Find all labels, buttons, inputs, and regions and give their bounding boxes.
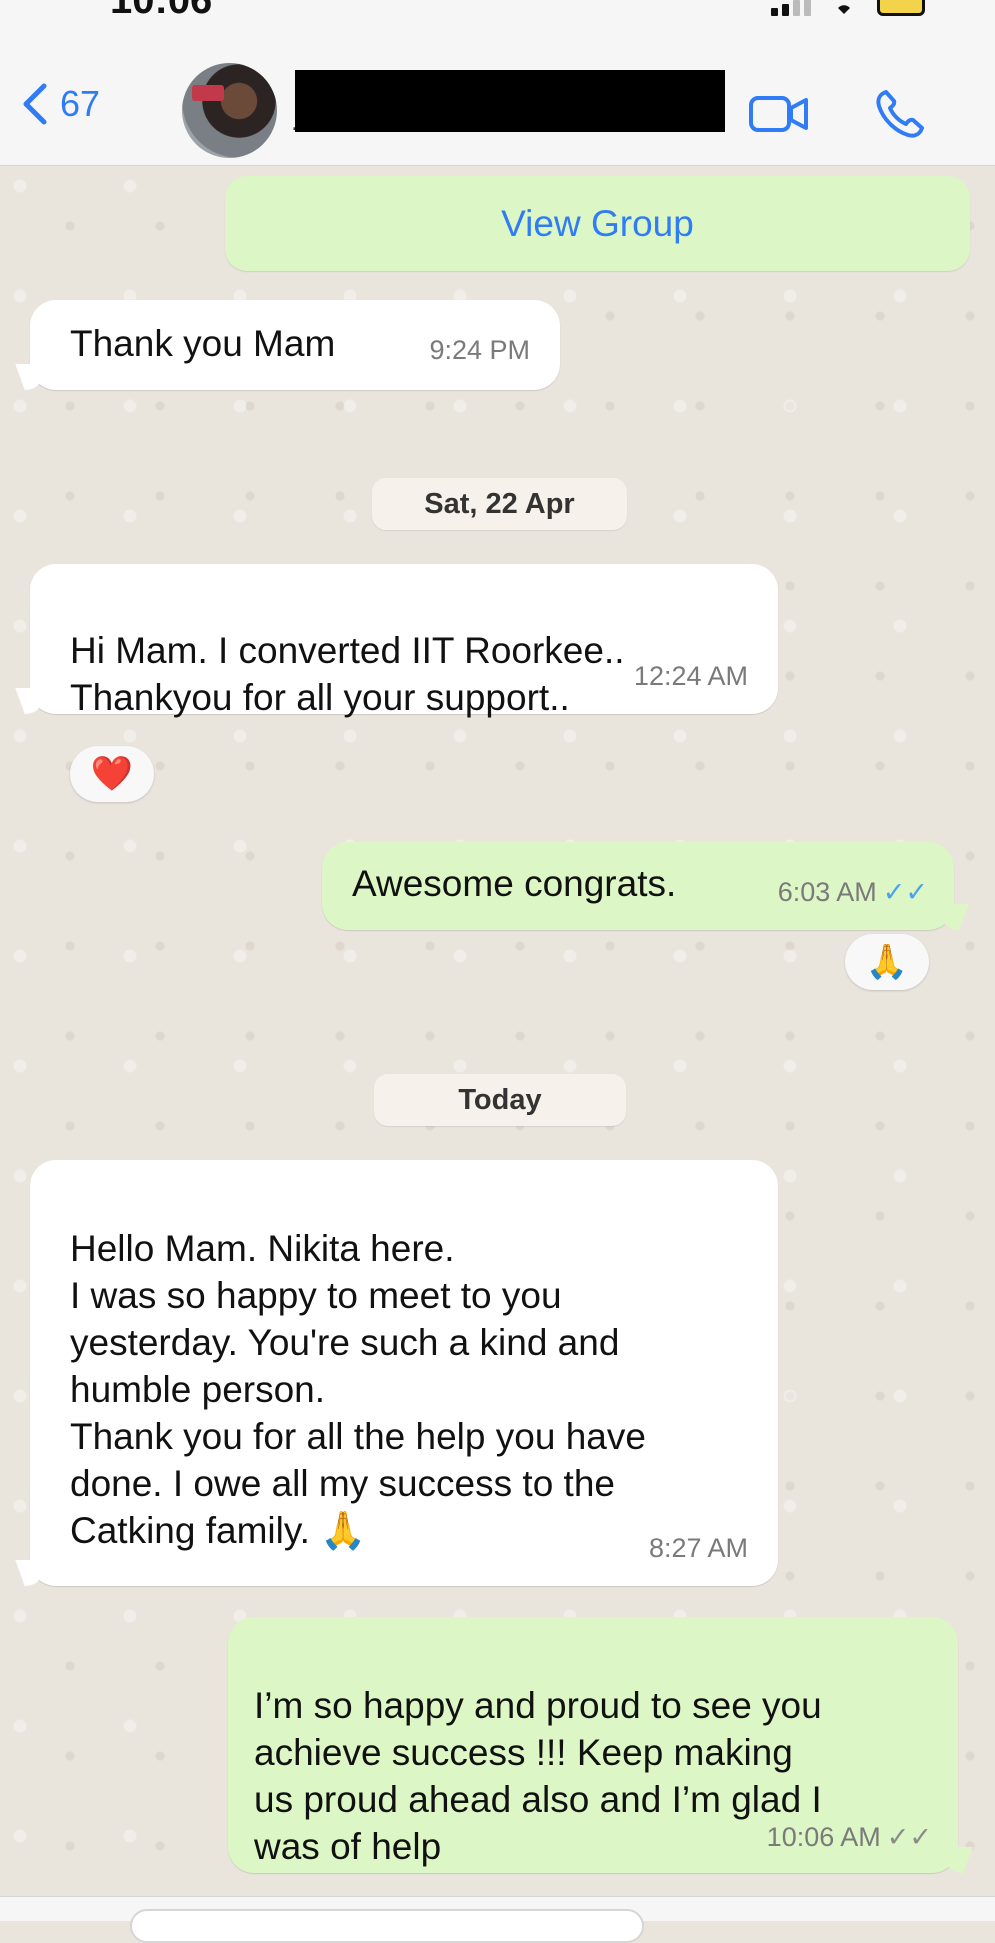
- message-time: 6:03 AM: [777, 877, 877, 907]
- read-ticks-icon: ✓✓: [882, 877, 928, 907]
- date-separator: Today: [374, 1074, 626, 1126]
- message-reaction[interactable]: 🙏: [845, 934, 929, 990]
- video-call-icon[interactable]: [748, 92, 810, 136]
- wifi-icon: [838, 5, 850, 14]
- battery-icon: [877, 0, 925, 16]
- message-text: Hello Mam. Nikita here. I was so happy t…: [70, 1228, 646, 1551]
- message-time: 8:27 AM: [648, 1533, 748, 1563]
- message-incoming[interactable]: Hello Mam. Nikita here. I was so happy t…: [30, 1160, 778, 1586]
- back-button[interactable]: 67: [20, 82, 100, 126]
- message-incoming[interactable]: Hi Mam. I converted IIT Roorkee.. Thanky…: [30, 564, 778, 718]
- message-reaction[interactable]: ❤️: [70, 746, 154, 802]
- chat-area[interactable]: View Group Thank you Mam 9:24 PM Sat, 22…: [0, 166, 995, 1896]
- message-time: 12:24 AM: [633, 661, 748, 691]
- message-time: 10:06 AM: [766, 1822, 881, 1852]
- status-bar: 10:06: [0, 0, 995, 30]
- contact-avatar[interactable]: [182, 63, 277, 158]
- message-input[interactable]: [130, 1909, 644, 1943]
- message-time: 9:24 PM: [429, 335, 530, 365]
- signal-icon: [771, 0, 811, 16]
- chat-header: 67 -: [0, 30, 995, 166]
- phone-icon[interactable]: [872, 86, 928, 142]
- status-time: 10:06: [110, 0, 213, 22]
- message-text: Thank you Mam: [70, 323, 336, 364]
- message-status: 10:06 AM ✓✓: [767, 1814, 932, 1861]
- message-status: 6:03 AM ✓✓: [778, 869, 928, 916]
- date-separator: Sat, 22 Apr: [372, 478, 627, 530]
- message-incoming[interactable]: Thank you Mam 9:24 PM: [30, 300, 560, 390]
- status-icons: [771, 0, 925, 16]
- message-text: Hi Mam. I converted IIT Roorkee.. Thanky…: [70, 630, 625, 718]
- message-text: I’m so happy and proud to see you achiev…: [254, 1685, 822, 1867]
- view-group-button[interactable]: View Group: [225, 176, 970, 271]
- contact-name-redacted[interactable]: [295, 70, 725, 132]
- unread-count: 67: [60, 83, 101, 124]
- message-text: Awesome congrats.: [352, 863, 677, 904]
- message-composer: [0, 1896, 995, 1943]
- chevron-left-icon: [23, 83, 47, 125]
- message-outgoing[interactable]: I’m so happy and proud to see you achiev…: [228, 1617, 958, 1873]
- message-outgoing[interactable]: Awesome congrats. 6:03 AM ✓✓: [322, 842, 954, 930]
- delivered-ticks-icon: ✓✓: [886, 1822, 932, 1852]
